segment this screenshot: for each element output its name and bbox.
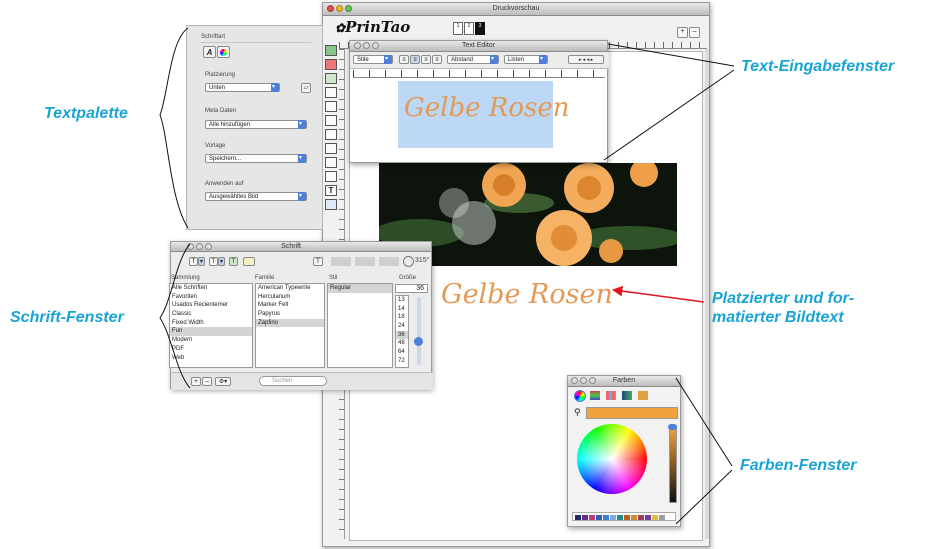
callout-colors-window: Farben-Fenster (740, 457, 857, 474)
callout-placed-text-line2: matierter Bildtext (712, 309, 844, 326)
text-input-line-1 (607, 43, 735, 67)
font-window-bracket (159, 243, 191, 389)
callout-font-window: Schrift-Fenster (10, 309, 124, 326)
textpalette-bracket (159, 27, 189, 229)
callout-text-input-window: Text-Eingabefenster (741, 58, 895, 75)
callout-placed-text-line1: Platzierter und for- (712, 290, 855, 307)
text-input-line-2 (603, 69, 735, 161)
colors-line-1 (675, 377, 733, 467)
callout-textpalette: Textpalette (44, 105, 128, 122)
placed-text-arrow (611, 285, 705, 303)
callout-placed-text: Platzierter und for- matierter Bildtext (712, 289, 932, 327)
colors-line-2 (675, 469, 733, 525)
